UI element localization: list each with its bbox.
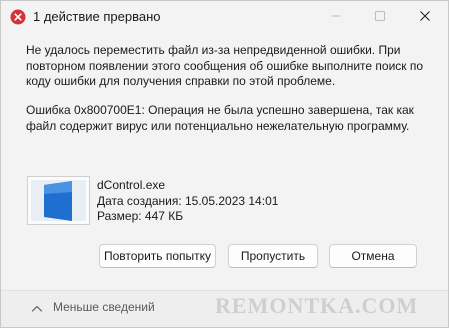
fewer-details-toggle[interactable]: Меньше сведений [53, 300, 155, 315]
watermark-text: REMONTKA.COM [215, 293, 419, 318]
file-name: dControl.exe [97, 178, 166, 192]
close-icon [420, 11, 430, 21]
file-size: Размер: 447 КБ [97, 209, 184, 223]
error-icon [10, 9, 26, 25]
file-info: dControl.exe Дата создания: 15.05.2023 1… [97, 178, 278, 225]
file-created-date: Дата создания: 15.05.2023 14:01 [97, 193, 279, 208]
close-button[interactable] [403, 1, 447, 31]
title-bar[interactable]: 1 действие прервано [1, 1, 448, 33]
minimize-icon [331, 15, 341, 17]
chevron-up-icon[interactable] [31, 302, 43, 314]
maximize-icon [375, 11, 385, 21]
error-description: Не удалось переместить файл из-за непред… [26, 43, 424, 88]
window-title: 1 действие прервано [33, 9, 161, 24]
minimize-button[interactable] [314, 1, 358, 31]
retry-button[interactable]: Повторить попытку [99, 244, 216, 268]
file-thumbnail-icon [27, 176, 90, 225]
error-code-text: Ошибка 0x800700E1: Операция не была успе… [26, 103, 414, 133]
skip-button[interactable]: Пропустить [228, 244, 318, 268]
error-dialog: 1 действие прервано Не удалось перемести… [0, 0, 449, 328]
maximize-button[interactable] [358, 1, 402, 31]
cancel-button[interactable]: Отмена [329, 244, 417, 268]
